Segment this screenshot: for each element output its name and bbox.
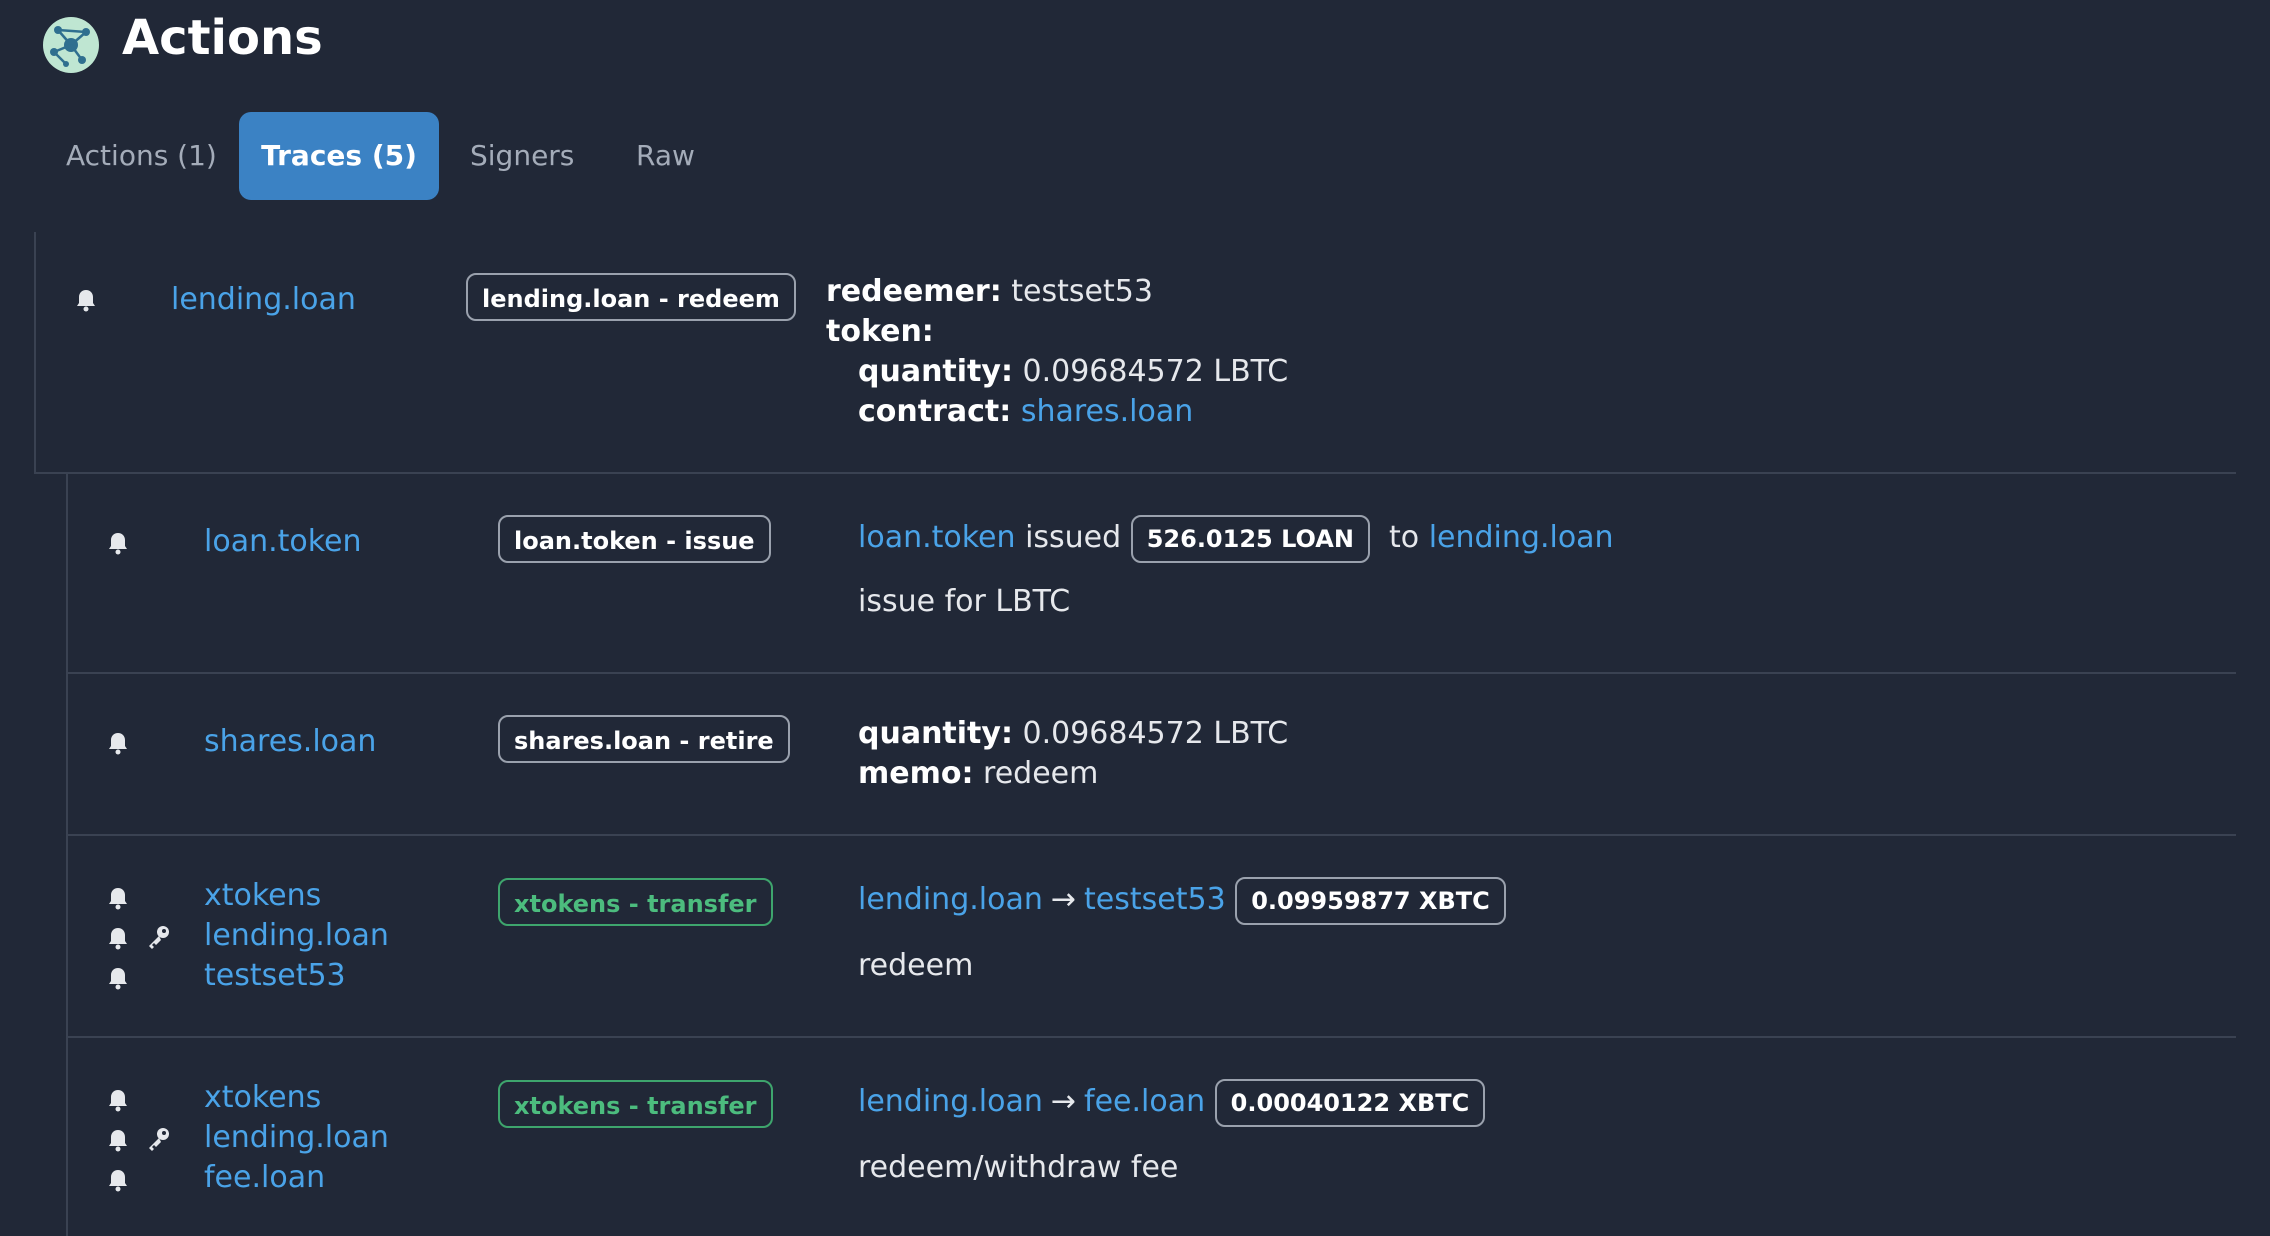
transfer-summary: lending.loan → fee.loan 0.00040122 XBTC bbox=[858, 1078, 1486, 1130]
bell-icon bbox=[109, 1090, 127, 1112]
field-label: token: bbox=[826, 314, 934, 349]
account-link[interactable]: loan.token bbox=[204, 522, 362, 562]
arrow-icon: → bbox=[1050, 1084, 1077, 1119]
network-logo-icon bbox=[43, 17, 99, 73]
field-label: quantity: bbox=[858, 716, 1013, 751]
bell-icon bbox=[109, 733, 127, 755]
contract-link[interactable]: shares.loan bbox=[1021, 394, 1193, 429]
field-label: memo: bbox=[858, 756, 974, 791]
action-field: quantity: 0.09684572 LBTC bbox=[858, 714, 1288, 754]
account-link[interactable]: fee.loan bbox=[204, 1158, 325, 1198]
divider bbox=[66, 1036, 2236, 1038]
issue-verb: issued bbox=[1025, 520, 1122, 555]
tab-signers[interactable]: Signers bbox=[470, 112, 574, 200]
account-link[interactable]: lending.loan bbox=[204, 916, 389, 956]
divider bbox=[34, 472, 2236, 474]
key-icon bbox=[149, 1128, 169, 1151]
from-link[interactable]: lending.loan bbox=[858, 1084, 1043, 1119]
amount-badge: 0.09959877 XBTC bbox=[1235, 876, 1506, 925]
action-badge: loan.token - issue bbox=[498, 515, 771, 563]
action-badge: shares.loan - retire bbox=[498, 715, 790, 763]
to-word: to bbox=[1389, 520, 1420, 555]
action-field: quantity: 0.09684572 LBTC bbox=[858, 352, 1288, 392]
trace-tree-line-nested bbox=[66, 472, 68, 1236]
field-value: testset53 bbox=[1011, 274, 1153, 309]
action-field: token: bbox=[826, 312, 934, 352]
trace-tree-line bbox=[34, 232, 36, 472]
action-field: memo: redeem bbox=[858, 754, 1098, 794]
field-value: 0.09684572 LBTC bbox=[1022, 354, 1289, 389]
account-link[interactable]: xtokens bbox=[204, 1078, 321, 1118]
bell-icon bbox=[109, 533, 127, 555]
amount-badge: 526.0125 LOAN bbox=[1130, 514, 1370, 563]
action-badge: lending.loan - redeem bbox=[466, 273, 796, 321]
account-link[interactable]: lending.loan bbox=[171, 280, 356, 320]
bell-icon bbox=[109, 968, 127, 990]
action-field: contract: shares.loan bbox=[858, 392, 1193, 432]
page-title: Actions bbox=[122, 10, 323, 66]
amount-badge: 0.00040122 XBTC bbox=[1214, 1078, 1486, 1127]
from-link[interactable]: lending.loan bbox=[858, 882, 1043, 917]
bell-icon bbox=[109, 1130, 127, 1152]
transfer-summary: lending.loan → testset53 0.09959877 XBTC bbox=[858, 876, 1506, 928]
key-icon bbox=[149, 926, 169, 949]
bell-icon bbox=[109, 928, 127, 950]
recipient-link[interactable]: lending.loan bbox=[1429, 520, 1614, 555]
tab-actions[interactable]: Actions (1) bbox=[66, 112, 217, 200]
to-link[interactable]: fee.loan bbox=[1084, 1084, 1205, 1119]
divider bbox=[66, 834, 2236, 836]
tab-traces[interactable]: Traces (5) bbox=[239, 112, 439, 200]
field-value: 0.09684572 LBTC bbox=[1022, 716, 1289, 751]
action-badge: xtokens - transfer bbox=[498, 878, 773, 926]
issue-summary: loan.token issued 526.0125 LOAN to lendi… bbox=[858, 514, 1614, 566]
field-value: redeem bbox=[983, 756, 1099, 791]
memo-text: issue for LBTC bbox=[858, 584, 1071, 619]
field-label: quantity: bbox=[858, 354, 1013, 389]
account-link[interactable]: shares.loan bbox=[204, 722, 376, 762]
divider bbox=[66, 672, 2236, 674]
issuer-link[interactable]: loan.token bbox=[858, 520, 1016, 555]
bell-icon bbox=[109, 888, 127, 910]
account-link[interactable]: xtokens bbox=[204, 876, 321, 916]
account-link[interactable]: lending.loan bbox=[204, 1118, 389, 1158]
bell-icon bbox=[109, 1170, 127, 1192]
tab-raw[interactable]: Raw bbox=[636, 112, 695, 200]
bell-icon bbox=[77, 290, 95, 312]
field-label: contract: bbox=[858, 394, 1012, 429]
to-link[interactable]: testset53 bbox=[1084, 882, 1226, 917]
action-field: redeemer: testset53 bbox=[826, 272, 1153, 312]
account-link[interactable]: testset53 bbox=[204, 956, 346, 996]
field-label: redeemer: bbox=[826, 274, 1002, 309]
memo-text: redeem bbox=[858, 948, 974, 983]
arrow-icon: → bbox=[1050, 882, 1077, 917]
action-badge: xtokens - transfer bbox=[498, 1080, 773, 1128]
memo-text: redeem/withdraw fee bbox=[858, 1150, 1179, 1185]
